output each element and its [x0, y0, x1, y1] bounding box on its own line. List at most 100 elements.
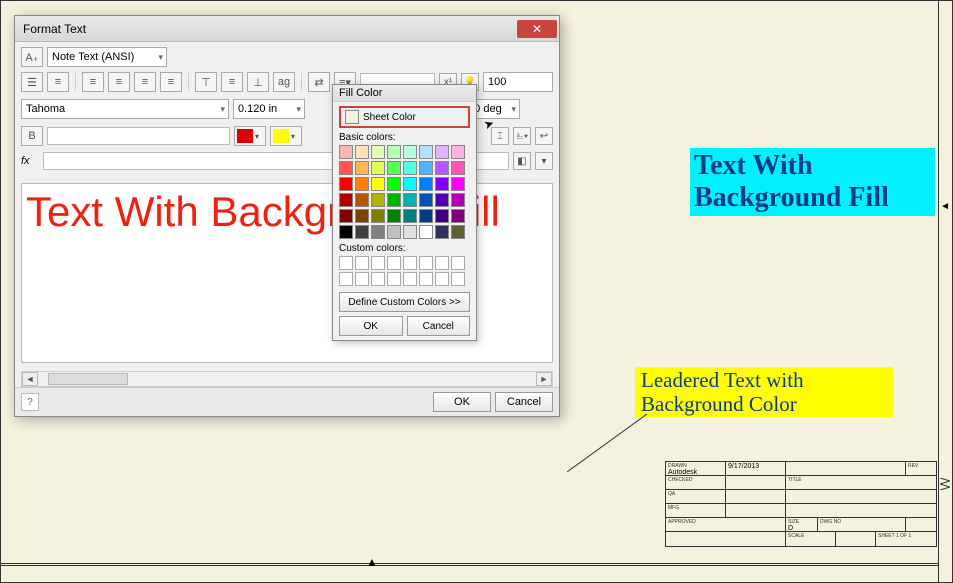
color-swatch[interactable] — [339, 225, 353, 239]
color-swatch[interactable] — [419, 209, 433, 223]
custom-color-slot[interactable] — [355, 272, 369, 286]
color-swatch[interactable] — [435, 225, 449, 239]
color-swatch[interactable] — [419, 145, 433, 159]
font-combo[interactable]: Tahoma — [21, 99, 229, 119]
fx-x-icon[interactable]: ▾ — [535, 152, 553, 170]
horizontal-scrollbar[interactable]: ◄ ► — [21, 371, 553, 387]
custom-color-slot[interactable] — [355, 256, 369, 270]
close-button[interactable]: ✕ — [517, 20, 557, 38]
custom-color-slot[interactable] — [451, 256, 465, 270]
color-swatch[interactable] — [387, 225, 401, 239]
scroll-left-icon[interactable]: ◄ — [22, 372, 38, 386]
color-swatch[interactable] — [355, 193, 369, 207]
paragraph-icon[interactable]: ↩ — [535, 127, 553, 145]
color-swatch[interactable] — [371, 209, 385, 223]
color-swatch[interactable] — [387, 145, 401, 159]
color-swatch[interactable] — [419, 225, 433, 239]
numbering-icon[interactable]: ≡ — [47, 72, 69, 92]
align-right-icon[interactable]: ≡ — [134, 72, 156, 92]
color-swatch[interactable] — [451, 161, 465, 175]
valign-top-icon[interactable]: ⊤ — [195, 72, 217, 92]
cancel-button[interactable]: Cancel — [495, 392, 553, 412]
color-swatch[interactable] — [339, 209, 353, 223]
bold-icon[interactable]: B — [21, 126, 43, 146]
popup-ok-button[interactable]: OK — [339, 316, 403, 336]
size-input[interactable]: 0.120 in — [233, 99, 305, 119]
color-swatch[interactable] — [355, 161, 369, 175]
custom-color-slot[interactable] — [419, 272, 433, 286]
color-swatch[interactable] — [419, 193, 433, 207]
color-swatch[interactable] — [387, 161, 401, 175]
valign-mid-icon[interactable]: ≡ — [221, 72, 243, 92]
style-combo[interactable]: Note Text (ANSI) — [47, 47, 167, 67]
color-swatch[interactable] — [419, 177, 433, 191]
custom-color-slot[interactable] — [435, 256, 449, 270]
custom-color-slot[interactable] — [371, 272, 385, 286]
color-swatch[interactable] — [355, 145, 369, 159]
stretch-input[interactable]: 100 — [483, 72, 553, 92]
highlight-color-button[interactable]: ▾ — [270, 126, 302, 146]
color-swatch[interactable] — [339, 161, 353, 175]
flow-icon[interactable]: ⇄ — [308, 72, 330, 92]
color-swatch[interactable] — [403, 145, 417, 159]
bullets-icon[interactable]: ☰ — [21, 72, 43, 92]
color-swatch[interactable] — [451, 225, 465, 239]
titlebar[interactable]: Format Text ✕ — [15, 16, 559, 42]
color-swatch[interactable] — [451, 177, 465, 191]
custom-color-slot[interactable] — [403, 256, 417, 270]
color-swatch[interactable] — [435, 193, 449, 207]
help-icon[interactable]: ? — [21, 393, 39, 411]
custom-color-slot[interactable] — [403, 272, 417, 286]
popup-cancel-button[interactable]: Cancel — [407, 316, 471, 336]
align-center-icon[interactable]: ≡ — [108, 72, 130, 92]
color-swatch[interactable] — [435, 177, 449, 191]
custom-color-slot[interactable] — [339, 256, 353, 270]
color-swatch[interactable] — [435, 209, 449, 223]
scroll-right-icon[interactable]: ► — [536, 372, 552, 386]
custom-color-slot[interactable] — [387, 256, 401, 270]
color-swatch[interactable] — [387, 209, 401, 223]
line-spacing-icon[interactable]: ag — [273, 72, 295, 92]
define-custom-colors-button[interactable]: Define Custom Colors >> — [339, 292, 470, 312]
color-swatch[interactable] — [403, 209, 417, 223]
color-swatch[interactable] — [355, 209, 369, 223]
font-color-button[interactable]: ▾ — [234, 126, 266, 146]
sheet-color-option[interactable]: Sheet Color — [339, 106, 470, 128]
color-swatch[interactable] — [387, 177, 401, 191]
color-swatch[interactable] — [387, 193, 401, 207]
align-left-icon[interactable]: ≡ — [82, 72, 104, 92]
valign-bot-icon[interactable]: ⊥ — [247, 72, 269, 92]
color-swatch[interactable] — [371, 177, 385, 191]
color-swatch[interactable] — [403, 193, 417, 207]
char-field[interactable] — [47, 127, 230, 145]
scroll-thumb[interactable] — [48, 373, 128, 385]
custom-color-slot[interactable] — [371, 256, 385, 270]
color-swatch[interactable] — [451, 209, 465, 223]
color-swatch[interactable] — [419, 161, 433, 175]
custom-color-slot[interactable] — [435, 272, 449, 286]
color-swatch[interactable] — [371, 193, 385, 207]
custom-color-slot[interactable] — [451, 272, 465, 286]
ok-button[interactable]: OK — [433, 392, 491, 412]
color-swatch[interactable] — [435, 145, 449, 159]
color-swatch[interactable] — [403, 177, 417, 191]
color-swatch[interactable] — [371, 161, 385, 175]
color-swatch[interactable] — [403, 225, 417, 239]
justify-icon[interactable]: ≡ — [160, 72, 182, 92]
color-swatch[interactable] — [355, 177, 369, 191]
custom-color-slot[interactable] — [387, 272, 401, 286]
color-swatch[interactable] — [371, 225, 385, 239]
color-swatch[interactable] — [371, 145, 385, 159]
text-case-icon[interactable]: ⎁▾ — [513, 127, 531, 145]
custom-color-slot[interactable] — [339, 272, 353, 286]
color-swatch[interactable] — [339, 177, 353, 191]
color-swatch[interactable] — [355, 225, 369, 239]
color-swatch[interactable] — [403, 161, 417, 175]
color-swatch[interactable] — [339, 193, 353, 207]
color-swatch[interactable] — [339, 145, 353, 159]
fx-add-icon[interactable]: ◧ — [513, 152, 531, 170]
color-swatch[interactable] — [451, 193, 465, 207]
color-swatch[interactable] — [451, 145, 465, 159]
color-swatch[interactable] — [435, 161, 449, 175]
custom-color-slot[interactable] — [419, 256, 433, 270]
